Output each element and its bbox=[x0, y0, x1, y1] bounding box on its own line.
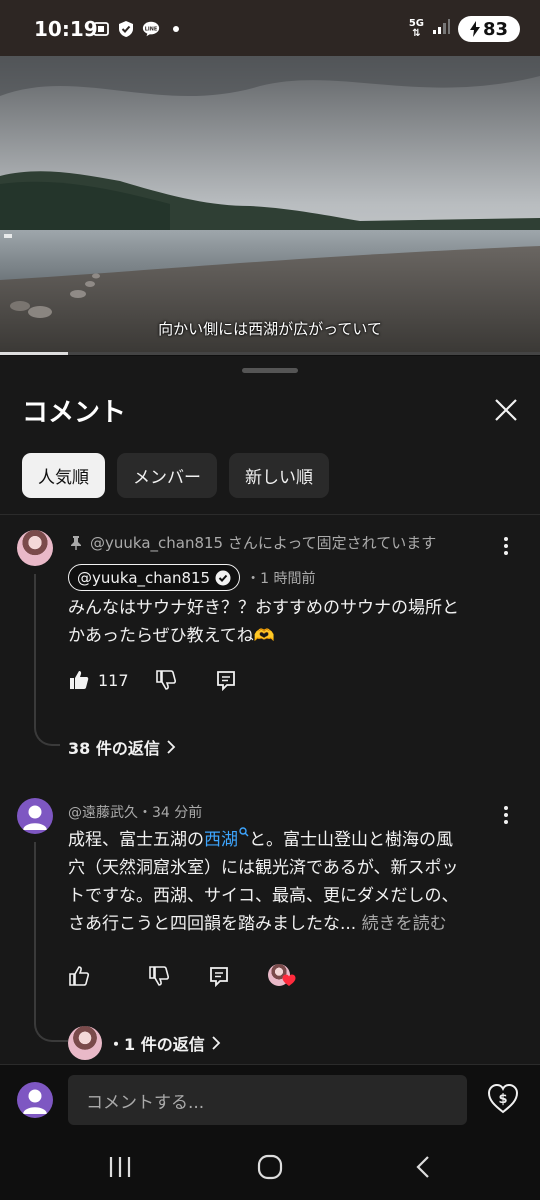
recents-icon bbox=[109, 1157, 131, 1177]
creator-heart bbox=[268, 964, 296, 988]
dislike-button[interactable] bbox=[155, 669, 177, 691]
close-icon bbox=[495, 399, 517, 421]
system-nav-bar bbox=[0, 1136, 540, 1200]
reply-icon bbox=[210, 967, 228, 987]
filter-chip-members[interactable]: メンバー bbox=[117, 453, 217, 498]
thread-line bbox=[34, 574, 60, 746]
comment-actions: 117 bbox=[68, 669, 237, 691]
video-subtitle: 向かい側には西湖が広がっていて bbox=[158, 320, 382, 338]
video-progress-fill bbox=[0, 352, 68, 355]
comments-panel: コメント 人気順 メンバー 新しい順 @yuuka_chan815 さんによって… bbox=[0, 356, 540, 1064]
line-app-icon: LINE bbox=[142, 20, 160, 38]
replies-count: 38 件の返信 bbox=[68, 739, 160, 758]
status-time: 10:19 bbox=[34, 17, 98, 41]
recents-button[interactable] bbox=[100, 1150, 140, 1184]
chevron-right-icon bbox=[167, 740, 176, 754]
pinned-label: @yuuka_chan815 さんによって固定されています bbox=[70, 532, 436, 553]
comment-actions bbox=[68, 964, 296, 988]
comment-input[interactable]: コメントする... bbox=[68, 1075, 467, 1125]
battery-indicator: 83 bbox=[458, 16, 520, 42]
pin-icon bbox=[71, 535, 81, 550]
comment-time: ・1 時間前 bbox=[246, 570, 316, 587]
charging-icon bbox=[469, 21, 480, 37]
comment-line: さあ行こうと四回韻を踏みましたな... 続きを読む bbox=[68, 914, 447, 934]
filter-chip-newest[interactable]: 新しい順 bbox=[229, 453, 329, 498]
pinned-text: @yuuka_chan815 さんによって固定されています bbox=[90, 534, 437, 552]
default-avatar-icon bbox=[23, 805, 47, 830]
search-link[interactable]: 西湖 bbox=[204, 827, 249, 850]
comment-menu-button[interactable] bbox=[494, 803, 518, 827]
avatar[interactable] bbox=[17, 530, 53, 566]
home-button[interactable] bbox=[250, 1150, 290, 1184]
more-vertical-icon bbox=[504, 806, 508, 824]
comment-line: トですな。西湖、サイコ、最高、更にダメだしの、 bbox=[68, 886, 459, 906]
replies-count: ・1 件の返信 bbox=[108, 1035, 205, 1054]
more-vertical-icon bbox=[504, 537, 508, 555]
reply-button[interactable] bbox=[215, 669, 237, 691]
back-icon bbox=[416, 1156, 429, 1178]
like-button[interactable] bbox=[68, 965, 90, 987]
battery-level: 83 bbox=[482, 18, 509, 40]
heart-icon bbox=[282, 974, 296, 986]
author-meta[interactable]: @遠藤武久・34 分前 bbox=[68, 802, 202, 822]
notification-icons: LINE bbox=[92, 20, 179, 38]
comment-menu-button[interactable] bbox=[494, 534, 518, 558]
avatar[interactable] bbox=[17, 798, 53, 834]
filter-chip-popular[interactable]: 人気順 bbox=[22, 453, 105, 498]
comment-header: @yuuka_chan815 ・1 時間前 bbox=[68, 564, 315, 591]
network-type: 5G ⇅ bbox=[408, 18, 424, 39]
more-notifications-dot bbox=[173, 26, 179, 32]
heart-dollar-icon: $ bbox=[487, 1083, 519, 1114]
status-right: 5G ⇅ 83 bbox=[409, 16, 520, 42]
thumbs-up-icon bbox=[69, 966, 90, 986]
panel-title: コメント bbox=[22, 398, 127, 428]
super-thanks-button[interactable]: $ bbox=[486, 1082, 520, 1116]
video-frame bbox=[0, 56, 540, 354]
back-button[interactable] bbox=[403, 1150, 443, 1184]
comment-line: 成程、富士五湖の西湖 と。富士山登山と樹海の風 bbox=[68, 826, 520, 854]
comment-line: かあったらぜひ教えてね🫶 bbox=[68, 626, 275, 646]
video-player[interactable]: 向かい側には西湖が広がっていて bbox=[0, 56, 540, 354]
home-icon bbox=[257, 1154, 283, 1180]
view-replies-button[interactable]: 38 件の返信 bbox=[68, 735, 176, 759]
reply-button[interactable] bbox=[208, 965, 230, 987]
verified-icon bbox=[215, 570, 231, 585]
shield-icon bbox=[117, 20, 135, 38]
divider bbox=[0, 514, 540, 515]
thumbs-up-icon bbox=[70, 671, 89, 689]
my-avatar bbox=[17, 1082, 53, 1118]
comment-body: 成程、富士五湖の西湖 と。富士山登山と樹海の風 穴（天然洞窟氷室）には観光済である… bbox=[68, 826, 520, 938]
view-replies-button[interactable]: ・1 件の返信 bbox=[68, 1026, 221, 1060]
svg-text:LINE: LINE bbox=[145, 26, 158, 32]
chevron-right-icon bbox=[212, 1036, 220, 1050]
author-name: @yuuka_chan815 bbox=[77, 568, 211, 587]
thumbs-down-icon bbox=[155, 670, 176, 690]
search-icon bbox=[239, 827, 249, 837]
status-bar: 10:19 LINE 5G ⇅ 83 bbox=[0, 0, 540, 56]
read-more-link[interactable]: 続きを読む bbox=[362, 914, 447, 934]
video-progress-bar[interactable] bbox=[0, 352, 540, 355]
comment-body: みんなはサウナ好き？？おすすめのサウナの場所と かあったらぜひ教えてね🫶 bbox=[68, 594, 520, 650]
svg-text:$: $ bbox=[498, 1092, 507, 1107]
dislike-button[interactable] bbox=[148, 965, 170, 987]
like-button[interactable]: 117 bbox=[68, 669, 129, 691]
drag-handle[interactable] bbox=[242, 368, 298, 373]
filter-chips: 人気順 メンバー 新しい順 bbox=[22, 453, 329, 498]
screenshot-icon bbox=[92, 20, 110, 38]
reply-icon bbox=[216, 671, 235, 691]
thread-line bbox=[34, 842, 68, 1042]
signal-icon bbox=[432, 19, 450, 39]
reply-avatar bbox=[68, 1026, 102, 1060]
comment-line: 穴（天然洞窟氷室）には観光済であるが、新スポッ bbox=[68, 858, 459, 878]
like-count: 117 bbox=[98, 670, 129, 690]
thumbs-down-icon bbox=[149, 966, 170, 986]
close-button[interactable] bbox=[488, 392, 524, 428]
comment-input-bar: コメントする... $ bbox=[0, 1064, 540, 1136]
author-badge[interactable]: @yuuka_chan815 bbox=[68, 564, 241, 591]
default-avatar-icon bbox=[23, 1089, 47, 1114]
comment-line: みんなはサウナ好き？？おすすめのサウナの場所と bbox=[68, 598, 459, 618]
